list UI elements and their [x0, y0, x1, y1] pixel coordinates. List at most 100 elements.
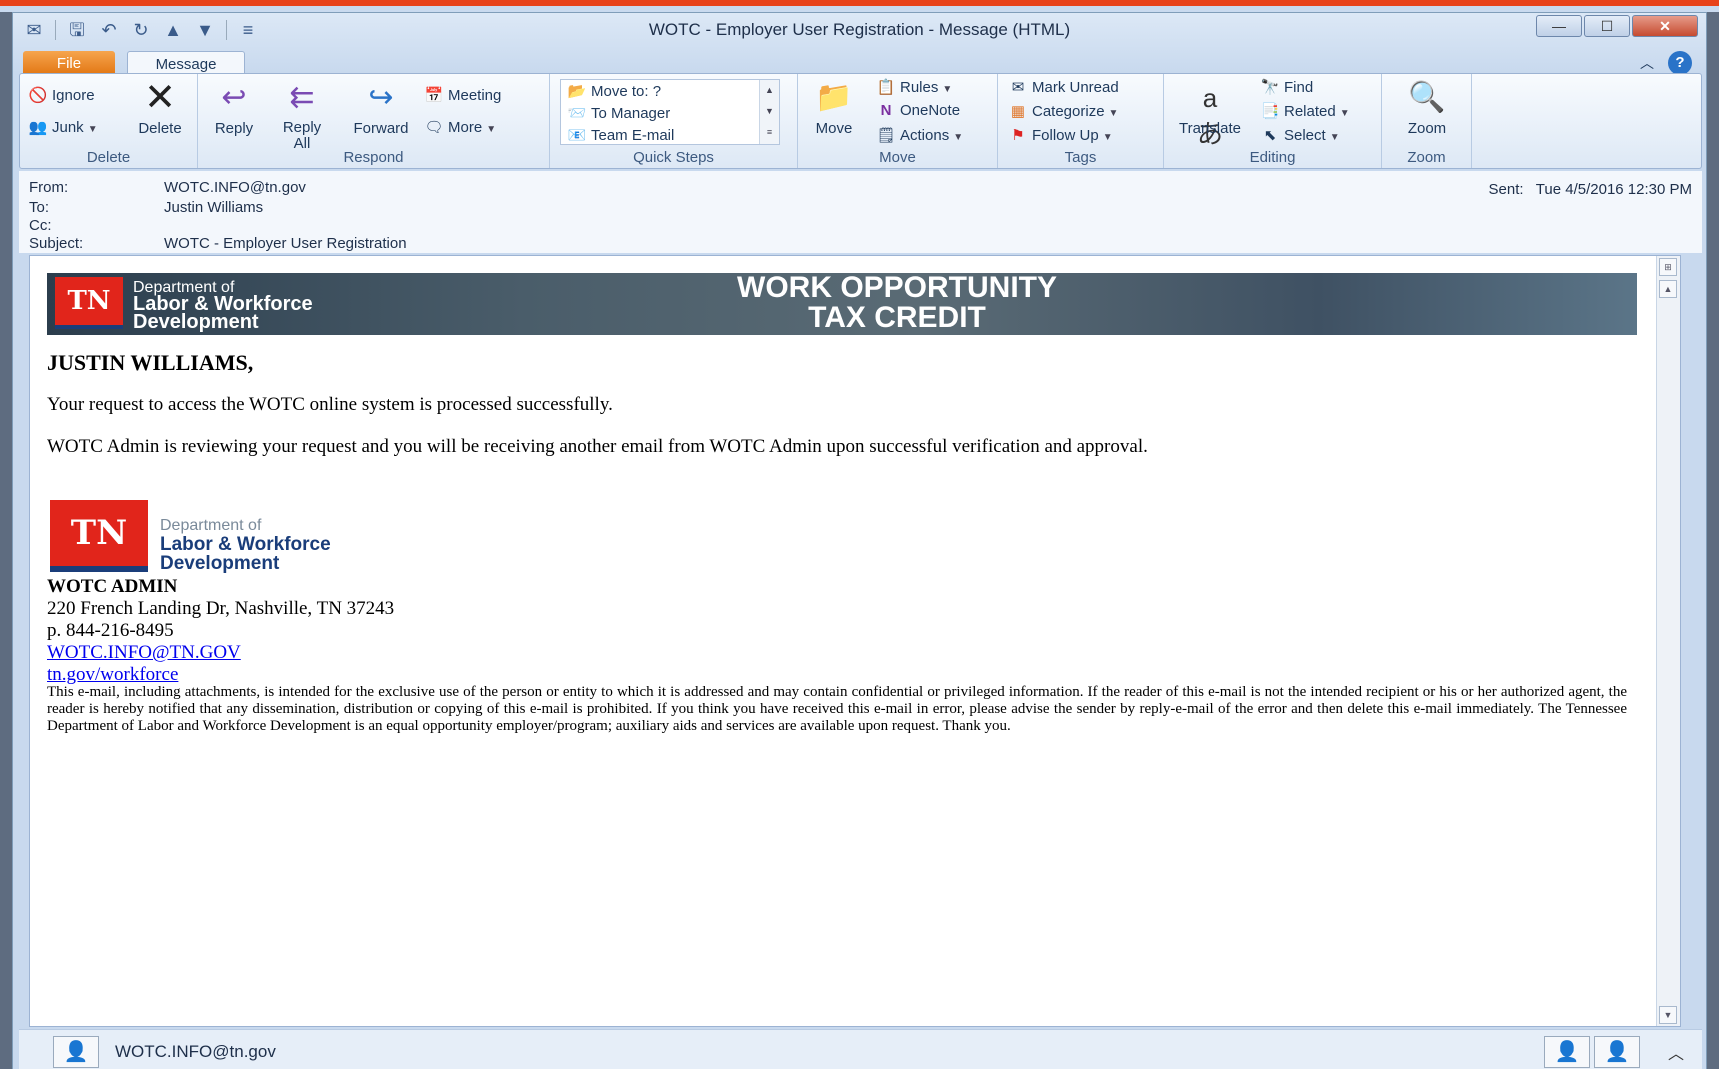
- sent-row: Sent: Tue 4/5/2016 12:30 PM: [1489, 181, 1692, 198]
- minimize-button[interactable]: —: [1536, 15, 1582, 37]
- chevron-down-icon: ▼: [1102, 132, 1113, 143]
- vertical-scrollbar[interactable]: ⊞ ▲ ▼: [1656, 256, 1680, 1026]
- zoom-button[interactable]: 🔍 Zoom: [1392, 80, 1462, 137]
- move-folder-icon: 📁: [815, 81, 853, 114]
- ignore-label: Ignore: [52, 87, 95, 104]
- junk-button[interactable]: 👥 Junk ▼: [28, 118, 98, 136]
- signature-name: WOTC ADMIN: [47, 576, 178, 597]
- quick-step-label: Move to: ?: [591, 83, 662, 100]
- quick-step-to-manager[interactable]: 📨 To Manager: [567, 104, 671, 122]
- translate-button[interactable]: aあ Translate: [1170, 80, 1250, 149]
- paragraph-1: Your request to access the WOTC online s…: [47, 394, 613, 415]
- contact-avatar[interactable]: 👤: [1594, 1036, 1640, 1068]
- cc-label: Cc:: [29, 217, 52, 234]
- quick-step-move-to[interactable]: 📂 Move to: ?: [567, 82, 661, 100]
- scroll-up-arrow-icon[interactable]: ▲: [1659, 280, 1677, 298]
- actions-label: Actions: [900, 127, 950, 144]
- scroll-down-arrow-icon[interactable]: ▼: [1659, 1006, 1677, 1024]
- translate-icon: aあ: [1196, 83, 1223, 149]
- quick-steps-group-label: Quick Steps: [633, 149, 714, 166]
- collapse-ribbon-icon[interactable]: ︿: [1640, 53, 1654, 73]
- zoom-group-label: Zoom: [1407, 149, 1446, 166]
- chevron-down-icon: ▼: [1108, 108, 1119, 119]
- find-button[interactable]: 🔭 Find: [1260, 78, 1314, 96]
- sender-avatar[interactable]: 👤: [53, 1036, 99, 1068]
- mark-unread-button[interactable]: ✉ Mark Unread: [1008, 78, 1119, 96]
- scroll-up-icon[interactable]: ▲: [760, 80, 779, 101]
- signature-phone: p. 844-216-8495: [47, 620, 174, 641]
- tags-group-label: Tags: [1064, 149, 1097, 166]
- zoom-label: Zoom: [1407, 120, 1447, 137]
- paragraph-2: WOTC Admin is reviewing your request and…: [47, 436, 1148, 457]
- close-button[interactable]: ✕: [1632, 15, 1698, 37]
- quick-steps-scroll[interactable]: ▲ ▼ ≡: [759, 80, 779, 144]
- find-label: Find: [1284, 79, 1314, 96]
- quick-step-team-email[interactable]: 📧 Team E-mail: [567, 126, 675, 144]
- rules-button[interactable]: 📋 Rules ▼: [876, 78, 953, 96]
- people-pane-name[interactable]: WOTC.INFO@tn.gov: [115, 1042, 276, 1062]
- related-button[interactable]: 📑 Related ▼: [1260, 102, 1350, 120]
- more-button[interactable]: 🗨 More ▼: [424, 118, 496, 136]
- more-label: More: [448, 119, 483, 136]
- onenote-button[interactable]: N OneNote: [876, 102, 960, 119]
- window-frame: ✉ 🖫 ↶ ↻ ▲ ▼ ≡ WOTC - Employer User Regis…: [0, 0, 1719, 1069]
- quick-step-label: To Manager: [591, 105, 671, 122]
- follow-up-label: Follow Up: [1032, 127, 1099, 144]
- tags-group: ✉ Mark Unread ▦ Categorize ▼ ⚑ Follow Up ▼ Ta…: [998, 74, 1164, 168]
- move-button[interactable]: 📁 Move: [804, 80, 864, 137]
- signature-email-link[interactable]: WOTC.INFO@TN.GOV: [47, 642, 241, 664]
- expand-gallery-icon[interactable]: ≡: [760, 122, 779, 143]
- select-label: Select: [1284, 127, 1326, 144]
- to-value[interactable]: Justin Williams: [164, 199, 263, 216]
- from-value[interactable]: WOTC.INFO@tn.gov: [164, 179, 306, 196]
- help-icon[interactable]: ?: [1668, 51, 1692, 75]
- reply-all-button[interactable]: ⇇ Reply All: [274, 80, 330, 152]
- forward-button[interactable]: ↪ Forward: [344, 80, 418, 137]
- categorize-label: Categorize: [1032, 103, 1105, 120]
- cc-row: Cc:: [29, 217, 164, 234]
- ignore-button[interactable]: 🚫 Ignore: [28, 86, 95, 104]
- actions-button[interactable]: 🗒 Actions ▼: [876, 126, 963, 144]
- subject-row: Subject: WOTC - Employer User Registratio…: [29, 235, 407, 252]
- related-label: Related: [1284, 103, 1336, 120]
- move-group-label: Move: [879, 149, 916, 166]
- signature-dept-line2: Labor & Workforce: [160, 534, 331, 555]
- respond-group-label: Respond: [343, 149, 404, 166]
- meeting-button[interactable]: 📅 Meeting: [424, 86, 502, 104]
- mark-unread-icon: ✉: [1011, 79, 1025, 96]
- delete-group: 🚫 Ignore 👥 Junk ▼ ✕ Delete Delete: [20, 74, 198, 168]
- categorize-button[interactable]: ▦ Categorize ▼: [1008, 102, 1119, 120]
- from-row: From: WOTC.INFO@tn.gov: [29, 179, 306, 196]
- flag-icon: ⚑: [1011, 127, 1025, 144]
- wotc-banner: TN Department of Labor & Workforce Devel…: [47, 273, 1637, 335]
- forward-icon: ↪: [368, 81, 394, 114]
- reply-button[interactable]: ↩ Reply: [206, 80, 262, 137]
- move-group: 📁 Move 📋 Rules ▼ N OneNote 🗒 Actions ▼ Move: [798, 74, 998, 168]
- to-manager-icon: 📨: [567, 105, 587, 122]
- sent-label: Sent:: [1488, 181, 1524, 198]
- magnifier-icon: 🔍: [1408, 81, 1446, 114]
- scroll-down-icon[interactable]: ▼: [760, 101, 779, 122]
- signature-dept-line1: Department of: [160, 517, 262, 534]
- team-email-icon: 📧: [567, 127, 587, 144]
- related-icon: 📑: [1260, 103, 1280, 120]
- select-button[interactable]: ⬉ Select ▼: [1260, 126, 1340, 144]
- expand-people-pane-icon[interactable]: ︿: [1668, 1040, 1684, 1064]
- follow-up-button[interactable]: ⚑ Follow Up ▼: [1008, 126, 1113, 144]
- binoculars-icon: 🔭: [1260, 79, 1280, 96]
- move-to-icon: 📂: [567, 83, 587, 100]
- frame-left-edge: [0, 12, 12, 1069]
- message-body[interactable]: TN Department of Labor & Workforce Devel…: [29, 255, 1681, 1027]
- window-title: WOTC - Employer User Registration - Mess…: [648, 20, 1071, 39]
- signature-website-link[interactable]: tn.gov/workforce: [47, 664, 178, 686]
- meeting-icon: 📅: [424, 87, 444, 104]
- delete-button[interactable]: ✕ Delete: [132, 79, 188, 137]
- message-header: From: WOTC.INFO@tn.gov To: Justin Williams…: [19, 171, 1702, 253]
- people-pane-toggle-icon[interactable]: ⊞: [1659, 258, 1677, 276]
- editing-group: aあ Translate 🔭 Find 📑 Related ▼ ⬉ Select ▼ Ed…: [1164, 74, 1382, 168]
- delete-label: Delete: [138, 120, 182, 137]
- rules-label: Rules: [900, 79, 939, 96]
- contact-avatar[interactable]: 👤: [1544, 1036, 1590, 1068]
- maximize-button[interactable]: ☐: [1584, 15, 1630, 37]
- respond-group: ↩ Reply ⇇ Reply All ↪ Forward 📅 Meeting 🗨…: [198, 74, 550, 168]
